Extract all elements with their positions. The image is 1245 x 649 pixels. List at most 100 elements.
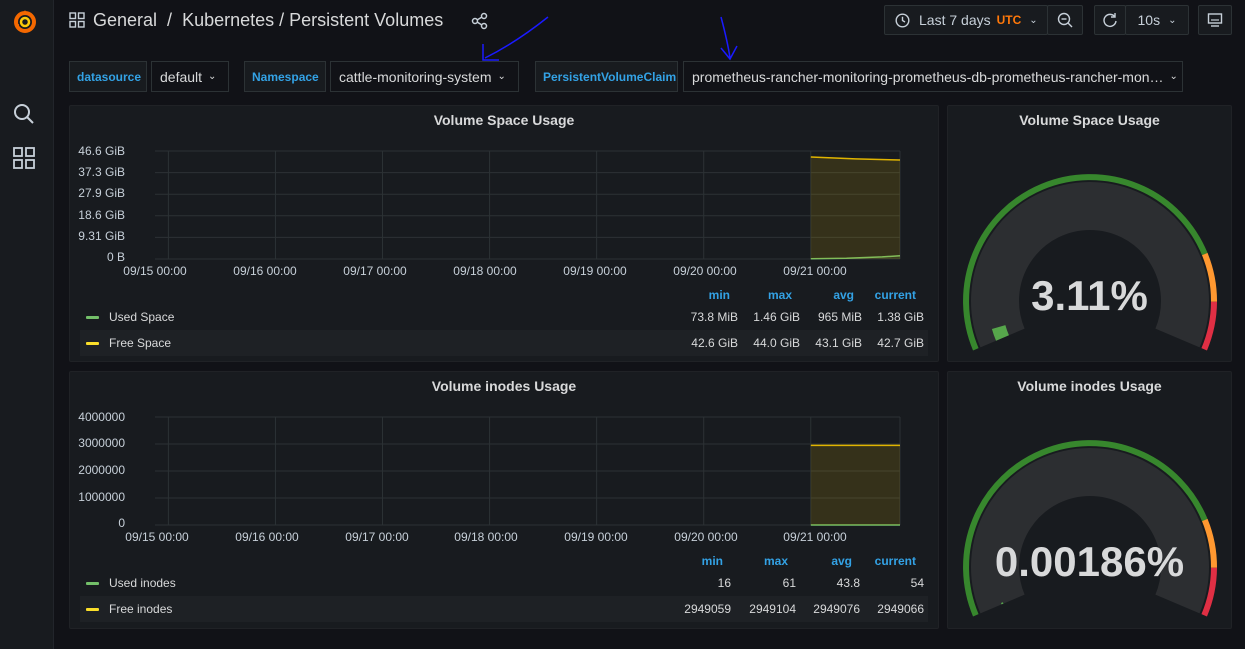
annotation-arrow-icon bbox=[482, 16, 549, 61]
series-current: 2949066 bbox=[877, 602, 924, 616]
variable-value-namespace: cattle-monitoring-system bbox=[339, 68, 492, 85]
x-tick-label: 09/16 00:00 bbox=[233, 264, 297, 278]
x-tick-label: 09/15 00:00 bbox=[123, 264, 187, 278]
zoom-out-icon bbox=[1057, 12, 1073, 28]
inodes-gauge bbox=[963, 440, 1218, 617]
chevron-down-icon: ⌄ bbox=[1029, 14, 1038, 26]
refresh-icon bbox=[1103, 13, 1117, 27]
gauge-value-bar bbox=[991, 325, 1009, 341]
series-area bbox=[810, 157, 900, 259]
timezone-label: UTC bbox=[996, 13, 1022, 27]
x-tick-label: 09/17 00:00 bbox=[343, 264, 407, 278]
space-usage-gauge-panel: Volume Space Usage 3.11% bbox=[947, 105, 1232, 362]
series-current: 42.7 GiB bbox=[877, 336, 924, 350]
variable-select-namespace[interactable]: cattle-monitoring-system ⌄ bbox=[330, 61, 519, 92]
series-name[interactable]: Free Space bbox=[109, 336, 171, 350]
legend-row[interactable]: Free Space 42.6 GiB 44.0 GiB 43.1 GiB 42… bbox=[80, 330, 928, 356]
series-color-swatch[interactable] bbox=[86, 608, 99, 611]
monitor-icon bbox=[1207, 13, 1223, 27]
chevron-down-icon: ⌄ bbox=[497, 71, 506, 82]
chevron-down-icon: ⌄ bbox=[1169, 71, 1178, 82]
search-icon[interactable] bbox=[13, 103, 35, 125]
gauge-value: 3.11% bbox=[1031, 272, 1148, 319]
variable-value-datasource: default bbox=[160, 68, 203, 85]
inodes-usage-graph-panel: Volume inodes Usage 4000000 3000000 2000… bbox=[69, 371, 939, 629]
x-tick-label: 09/17 00:00 bbox=[345, 530, 409, 544]
gauge-value: 0.00186% bbox=[994, 538, 1185, 585]
x-tick-label: 09/18 00:00 bbox=[454, 530, 518, 544]
series-color-swatch[interactable] bbox=[86, 342, 99, 345]
variable-label-namespace: Namespace bbox=[244, 61, 326, 92]
series-area bbox=[810, 445, 900, 525]
zoom-out-button[interactable] bbox=[1047, 5, 1083, 35]
variable-select-datasource[interactable]: default ⌄ bbox=[151, 61, 229, 92]
variable-value-pvc: prometheus-rancher-monitoring-prometheus… bbox=[692, 68, 1164, 85]
x-tick-label: 09/20 00:00 bbox=[674, 530, 738, 544]
x-tick-label: 09/15 00:00 bbox=[125, 530, 189, 544]
legend-header-max[interactable]: max bbox=[728, 554, 788, 568]
tv-mode-button[interactable] bbox=[1198, 5, 1232, 35]
y-tick-label: 18.6 GiB bbox=[78, 208, 125, 222]
dashboard-grid-icon bbox=[69, 12, 85, 28]
space-plot-area[interactable] bbox=[130, 150, 901, 260]
legend-header-min[interactable]: min bbox=[670, 288, 730, 302]
series-color-swatch[interactable] bbox=[86, 582, 99, 585]
refresh-interval-label: 10s bbox=[1137, 12, 1161, 28]
grafana-logo-icon[interactable] bbox=[11, 8, 39, 36]
y-tick-label: 9.31 GiB bbox=[78, 229, 125, 243]
x-tick-label: 09/21 00:00 bbox=[783, 264, 847, 278]
chevron-down-icon: ⌄ bbox=[1168, 14, 1177, 26]
x-tick-label: 09/18 00:00 bbox=[453, 264, 517, 278]
breadcrumb-folder[interactable]: General bbox=[93, 10, 157, 30]
series-current: 54 bbox=[910, 576, 924, 590]
legend-header-min[interactable]: min bbox=[663, 554, 723, 568]
y-tick-label: 46.6 GiB bbox=[78, 144, 125, 158]
x-tick-label: 09/20 00:00 bbox=[673, 264, 737, 278]
y-tick-label: 4000000 bbox=[78, 410, 125, 424]
annotation-arrow-icon bbox=[720, 16, 738, 61]
legend-header-avg[interactable]: avg bbox=[794, 288, 854, 302]
x-tick-label: 09/19 00:00 bbox=[564, 530, 628, 544]
panel-title[interactable]: Volume Space Usage bbox=[70, 112, 938, 128]
time-range-label: Last 7 days bbox=[919, 12, 991, 28]
legend-header-current[interactable]: current bbox=[856, 288, 916, 302]
inodes-usage-gauge-panel: Volume inodes Usage 0.00186% bbox=[947, 371, 1232, 629]
variable-label-pvc: PersistentVolumeClaim bbox=[535, 61, 678, 92]
legend-row[interactable]: Used Space 73.8 MiB 1.46 GiB 965 MiB 1.3… bbox=[80, 304, 928, 330]
breadcrumb: General / Kubernetes / Persistent Volumes bbox=[69, 10, 443, 31]
time-range-picker[interactable]: Last 7 days UTC ⌄ bbox=[884, 5, 1048, 35]
series-name[interactable]: Used inodes bbox=[109, 576, 176, 590]
y-tick-label: 0 bbox=[118, 516, 125, 530]
series-name[interactable]: Used Space bbox=[109, 310, 174, 324]
dashboard-title[interactable]: Kubernetes / Persistent Volumes bbox=[182, 10, 443, 30]
panel-title[interactable]: Volume inodes Usage bbox=[70, 378, 938, 394]
series-color-swatch[interactable] bbox=[86, 316, 99, 319]
chevron-down-icon: ⌄ bbox=[208, 71, 217, 82]
legend-header-avg[interactable]: avg bbox=[792, 554, 852, 568]
sidebar bbox=[0, 0, 54, 649]
space-usage-graph-panel: Volume Space Usage 46.6 GiB 37.3 GiB 27.… bbox=[69, 105, 939, 362]
legend-row[interactable]: Free inodes 2949059 2949104 2949076 2949… bbox=[80, 596, 928, 622]
y-tick-label: 2000000 bbox=[78, 463, 125, 477]
y-tick-label: 37.3 GiB bbox=[78, 165, 125, 179]
inodes-plot-area[interactable] bbox=[130, 416, 901, 526]
legend-header-current[interactable]: current bbox=[856, 554, 916, 568]
refresh-interval-picker[interactable]: 10s ⌄ bbox=[1125, 5, 1189, 35]
gauge-value-bar bbox=[1001, 602, 1004, 605]
variable-label-datasource: datasource bbox=[69, 61, 147, 92]
series-name[interactable]: Free inodes bbox=[109, 602, 172, 616]
dashboards-icon[interactable] bbox=[13, 147, 35, 169]
y-tick-label: 0 B bbox=[106, 250, 125, 264]
legend-row[interactable]: Used inodes 16 61 43.8 54 bbox=[80, 570, 928, 596]
breadcrumb-separator: / bbox=[167, 10, 173, 30]
y-tick-label: 27.9 GiB bbox=[78, 186, 125, 200]
variable-select-pvc[interactable]: prometheus-rancher-monitoring-prometheus… bbox=[683, 61, 1183, 92]
clock-icon bbox=[895, 12, 910, 28]
x-tick-label: 09/21 00:00 bbox=[783, 530, 847, 544]
x-tick-label: 09/19 00:00 bbox=[563, 264, 627, 278]
space-gauge bbox=[963, 174, 1218, 351]
legend-header-max[interactable]: max bbox=[732, 288, 792, 302]
series-current: 1.38 GiB bbox=[877, 310, 924, 324]
top-bar: General / Kubernetes / Persistent Volumes … bbox=[53, 0, 1245, 61]
refresh-button[interactable] bbox=[1094, 5, 1126, 35]
